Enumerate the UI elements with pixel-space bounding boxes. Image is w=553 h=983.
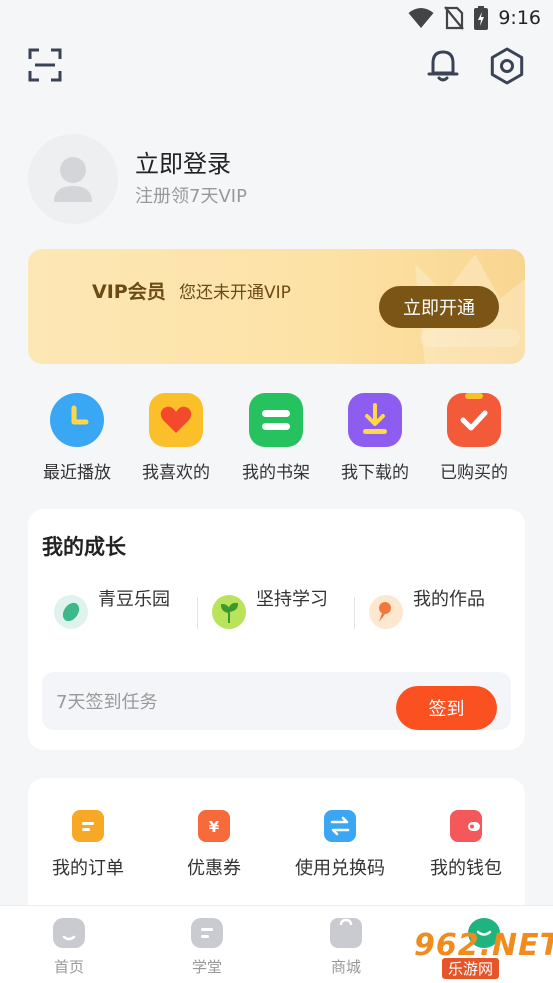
no-sim-icon xyxy=(444,6,465,30)
bell-icon[interactable] xyxy=(424,46,462,84)
scan-icon[interactable] xyxy=(28,48,62,82)
avatar[interactable] xyxy=(28,134,118,224)
checkin-text: 7天签到任务 xyxy=(56,692,158,713)
heart-icon xyxy=(149,393,203,447)
service-redeem[interactable]: 使用兑换码 xyxy=(280,810,400,880)
nav-label: 首页 xyxy=(53,958,84,976)
order-icon xyxy=(72,810,104,842)
shop-icon xyxy=(330,918,362,948)
status-time: 9:16 xyxy=(498,7,541,29)
vip-title: VIP会员 xyxy=(92,281,166,303)
quick-label: 最近播放 xyxy=(43,463,111,483)
quick-item-recent[interactable]: 最近播放 xyxy=(29,393,125,483)
sprout-icon xyxy=(212,595,246,629)
growth-item-park[interactable]: 青豆乐园 xyxy=(54,585,204,635)
nav-shop[interactable]: 商城 xyxy=(311,918,381,977)
coupon-icon: ¥ xyxy=(198,810,230,842)
open-vip-button[interactable]: 立即开通 xyxy=(379,286,499,328)
service-label: 我的钱包 xyxy=(430,858,502,879)
quick-actions: 最近播放 我喜欢的 我的书架 我下载的 已购买的 xyxy=(28,393,525,488)
login-subtitle: 注册领7天VIP xyxy=(135,186,247,207)
gear-icon[interactable] xyxy=(487,46,527,86)
service-wallet[interactable]: 我的钱包 xyxy=(406,810,526,880)
battery-icon xyxy=(474,6,489,30)
quick-label: 已购买的 xyxy=(440,463,508,483)
home-icon xyxy=(53,918,85,948)
vip-description: 您还未开通VIP xyxy=(179,283,291,303)
default-avatar-icon xyxy=(54,157,92,202)
growth-card: 我的成长 青豆乐园 坚持学习 我的作品 7天签到任务 签到 xyxy=(28,509,525,750)
login-title[interactable]: 立即登录 xyxy=(135,144,231,179)
status-bar: 9:16 xyxy=(0,0,553,36)
quick-label: 我喜欢的 xyxy=(142,463,210,483)
svg-text:¥: ¥ xyxy=(209,818,220,836)
profile-section[interactable]: 立即登录 注册领7天VIP xyxy=(28,134,508,226)
watermark: 962.NET 乐游网 xyxy=(414,928,553,983)
nav-home[interactable]: 首页 xyxy=(34,918,104,977)
top-bar xyxy=(0,36,553,94)
growth-item-study[interactable]: 坚持学习 xyxy=(212,585,362,635)
service-label: 优惠券 xyxy=(187,858,241,879)
purchased-icon xyxy=(447,393,501,447)
growth-label: 坚持学习 xyxy=(256,589,328,610)
growth-title: 我的成长 xyxy=(42,535,126,559)
quick-item-downloads[interactable]: 我下载的 xyxy=(327,393,423,483)
nav-label: 学堂 xyxy=(191,958,222,976)
watermark-site: 乐游网 xyxy=(442,958,500,979)
quick-item-bookshelf[interactable]: 我的书架 xyxy=(228,393,324,483)
service-label: 我的订单 xyxy=(52,858,124,879)
vip-card[interactable]: VIP会员 您还未开通VIP 立即开通 xyxy=(28,249,525,364)
exchange-icon xyxy=(324,810,356,842)
nav-school[interactable]: 学堂 xyxy=(172,918,242,977)
checkin-bar: 7天签到任务 签到 xyxy=(42,672,511,730)
wallet-icon xyxy=(450,810,482,842)
service-coupons[interactable]: ¥ 优惠券 xyxy=(154,810,274,880)
divider xyxy=(197,597,198,629)
growth-item-works[interactable]: 我的作品 xyxy=(369,585,519,635)
growth-label: 青豆乐园 xyxy=(98,589,170,610)
clock-icon xyxy=(50,393,104,447)
bean-icon xyxy=(54,595,88,629)
nav-label: 商城 xyxy=(330,958,361,976)
quick-item-liked[interactable]: 我喜欢的 xyxy=(128,393,224,483)
bookshelf-icon xyxy=(249,393,303,447)
school-icon xyxy=(191,918,223,948)
checkin-button[interactable]: 签到 xyxy=(396,686,497,730)
growth-label: 我的作品 xyxy=(413,589,485,610)
divider xyxy=(354,597,355,629)
microphone-icon xyxy=(369,595,403,629)
quick-label: 我的书架 xyxy=(242,463,310,483)
download-icon xyxy=(348,393,402,447)
quick-item-purchased[interactable]: 已购买的 xyxy=(426,393,522,483)
quick-label: 我下载的 xyxy=(341,463,409,483)
service-label: 使用兑换码 xyxy=(295,858,385,879)
wifi-icon xyxy=(408,8,434,28)
service-orders[interactable]: 我的订单 xyxy=(28,810,148,880)
